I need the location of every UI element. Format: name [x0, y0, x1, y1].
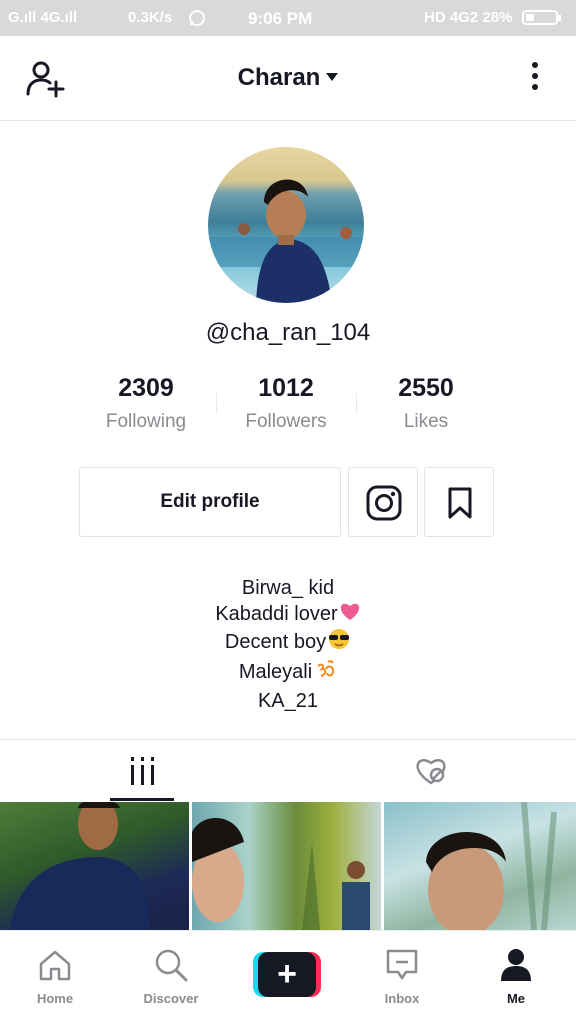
following-label: Following: [105, 411, 187, 432]
om-symbol-icon: [313, 657, 337, 688]
stat-following[interactable]: 2309 Following: [76, 374, 216, 433]
followers-label: Followers: [245, 411, 327, 432]
thumbnail-image: [10, 802, 150, 930]
favorites-button[interactable]: [424, 467, 494, 537]
nav-me[interactable]: Me: [461, 931, 571, 1025]
following-count: 2309: [118, 374, 174, 402]
signal-indicator: G.ıll 4G.ıll: [8, 9, 78, 26]
home-icon: [39, 950, 71, 981]
nav-inbox-label: Inbox: [384, 991, 420, 1006]
user-handle: @cha_ran_104: [205, 319, 371, 346]
bio-line: Birwa_ kid: [241, 577, 335, 599]
status-right-text: HD 4G2 28%: [424, 9, 513, 26]
thumbnail-image: [192, 818, 370, 930]
stat-likes[interactable]: 2550 Likes: [356, 374, 496, 433]
thumbnail-image: [426, 802, 557, 930]
nav-home[interactable]: Home: [0, 931, 110, 1025]
more-dot: [532, 84, 538, 90]
instagram-button[interactable]: [348, 467, 418, 537]
bio-line: KA_21: [257, 690, 319, 713]
battery-icon: [522, 10, 561, 25]
person-icon: [501, 949, 531, 981]
video-grid: [0, 802, 576, 930]
content-tabs: [0, 739, 576, 802]
create-video-button[interactable]: +: [253, 952, 321, 997]
profile-bio: Birwa_ kid Kabaddi lover Decent boy Male…: [0, 575, 576, 714]
video-thumbnail[interactable]: [192, 802, 381, 930]
tab-videos[interactable]: [0, 740, 288, 802]
video-thumbnail[interactable]: [384, 802, 576, 930]
bookmark-icon: [448, 487, 472, 519]
clock: 9:06 PM: [248, 9, 313, 28]
sunglasses-emoji-icon: [327, 628, 351, 657]
followers-count: 1012: [258, 374, 314, 402]
stat-followers[interactable]: 1012 Followers: [216, 374, 356, 433]
liked-hidden-heart-icon: [416, 759, 446, 785]
more-dot: [532, 73, 538, 79]
nav-home-label: Home: [36, 991, 74, 1006]
caret-down-icon: [326, 72, 339, 81]
active-tab-indicator: [110, 798, 174, 801]
username-label: Charan: [237, 64, 321, 91]
likes-count: 2550: [398, 374, 454, 402]
whatsapp-icon: [188, 9, 206, 31]
instagram-icon: [366, 485, 402, 521]
video-thumbnail[interactable]: [0, 802, 189, 930]
heart-icon: [339, 601, 361, 628]
avatar-photo: [208, 179, 364, 303]
nav-discover[interactable]: Discover: [116, 931, 226, 1025]
profile-header: Charan: [0, 36, 576, 121]
nav-inbox[interactable]: Inbox: [347, 931, 457, 1025]
more-options-button[interactable]: [520, 58, 550, 98]
network-speed: 0.3K/s: [128, 9, 173, 26]
nav-me-label: Me: [506, 991, 526, 1006]
status-bar: G.ıll 4G.ıll 0.3K/s 9:06 PM HD 4G2 28%: [0, 0, 576, 36]
search-icon: [155, 949, 188, 982]
nav-discover-label: Discover: [143, 991, 199, 1006]
bio-line: Maleyali: [0, 657, 576, 688]
edit-profile-button[interactable]: Edit profile: [79, 467, 341, 537]
battery-level: [526, 14, 534, 21]
inbox-icon: [386, 949, 418, 980]
more-dot: [532, 62, 538, 68]
likes-label: Likes: [403, 411, 449, 432]
bio-line: Decent boy: [0, 628, 576, 657]
bio-line: Kabaddi lover: [0, 601, 576, 628]
plus-icon: +: [258, 952, 316, 997]
username-dropdown[interactable]: Charan: [0, 64, 576, 92]
tab-liked[interactable]: [288, 740, 576, 802]
avatar[interactable]: [208, 147, 364, 303]
grid-videos-icon: [131, 757, 154, 785]
